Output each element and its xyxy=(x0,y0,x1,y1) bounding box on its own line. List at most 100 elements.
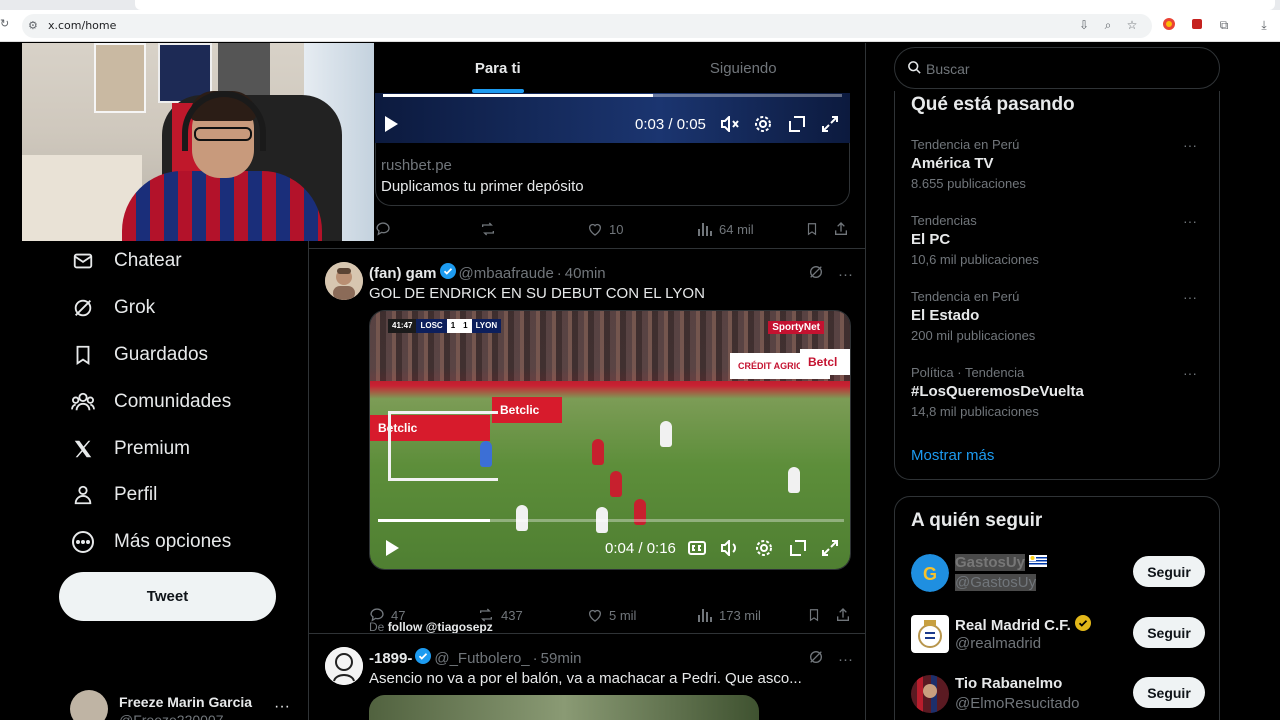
views-button[interactable]: 64 mil xyxy=(697,221,754,237)
tab-para-ti[interactable]: Para ti xyxy=(375,43,621,93)
bookmark-icon[interactable] xyxy=(807,607,821,623)
suggestion-name[interactable]: GastosUy xyxy=(955,554,1026,571)
author-name[interactable]: -1899- xyxy=(369,650,412,667)
retweet-icon[interactable] xyxy=(479,221,497,237)
avatar[interactable] xyxy=(325,262,363,300)
post-time[interactable]: 40min xyxy=(565,265,606,282)
tab-siguiendo[interactable]: Siguiendo xyxy=(621,43,866,93)
extension-icon[interactable] xyxy=(1189,17,1205,33)
player xyxy=(516,505,528,531)
fullscreen-icon[interactable] xyxy=(821,539,839,557)
like-button[interactable]: 5 mil xyxy=(587,607,636,623)
follow-suggestion[interactable]: Real Madrid C.F. @realmadrid Seguir xyxy=(911,613,1205,657)
extensions-puzzle-icon[interactable]: ⧉ xyxy=(1216,17,1232,33)
wall-poster xyxy=(94,43,146,113)
suggestion-handle[interactable]: @realmadrid xyxy=(955,635,1041,652)
suggestion-handle[interactable]: @GastosUy xyxy=(955,574,1037,591)
reload-icon[interactable]: ↻ xyxy=(0,17,9,30)
share-icon[interactable] xyxy=(835,607,851,623)
nav-label: Comunidades xyxy=(114,391,232,412)
suggestion-name[interactable]: Tio Rabanelmo xyxy=(955,675,1062,692)
follow-button[interactable]: Seguir xyxy=(1133,556,1205,587)
popout-icon[interactable] xyxy=(789,539,807,557)
follow-button[interactable]: Seguir xyxy=(1133,677,1205,708)
reply-icon[interactable] xyxy=(375,221,391,237)
mute-icon[interactable] xyxy=(721,115,739,133)
play-icon[interactable] xyxy=(383,539,401,557)
post-media-preview[interactable] xyxy=(369,695,759,720)
nav-item-grok[interactable]: Grok xyxy=(68,293,155,323)
popout-icon[interactable] xyxy=(788,115,806,133)
show-more-link[interactable]: Mostrar más xyxy=(911,447,994,464)
tweet-button[interactable]: Tweet xyxy=(59,572,276,621)
trend-context: Tendencia en Perú xyxy=(911,137,1020,152)
more-dots-icon[interactable]: ··· xyxy=(1183,365,1197,381)
browser-tab[interactable] xyxy=(135,0,1275,10)
captions-icon[interactable] xyxy=(688,539,706,557)
star-icon[interactable]: ☆ xyxy=(1124,17,1140,33)
post-video[interactable]: Betclic Betclic CRÉDIT AGRICOLE Betcl 41… xyxy=(369,310,851,570)
fullscreen-icon[interactable] xyxy=(821,115,839,133)
search-input[interactable]: Buscar xyxy=(926,61,970,77)
retweet-button[interactable]: 437 xyxy=(477,607,523,623)
play-icon[interactable] xyxy=(382,115,400,133)
suggestion-name[interactable]: Real Madrid C.F. xyxy=(955,617,1071,634)
player xyxy=(660,421,672,447)
nav-item-guardados[interactable]: Guardados xyxy=(68,340,208,370)
trend-item[interactable]: Tendencia en Perú El Estado 200 mil publ… xyxy=(911,289,1205,343)
site-info-icon[interactable]: ⚙ xyxy=(28,19,42,33)
share-icon[interactable] xyxy=(833,221,849,237)
trend-item[interactable]: Política · Tendencia #LosQueremosDeVuelt… xyxy=(911,365,1205,419)
settings-gear-icon[interactable] xyxy=(754,115,772,133)
extension-color-icon[interactable] xyxy=(1161,17,1177,33)
video-time: 0:04 / 0:16 xyxy=(605,539,676,557)
settings-gear-icon[interactable] xyxy=(755,539,773,557)
follow-suggestion[interactable]: G GastosUy @GastosUy Seguir xyxy=(911,552,1205,596)
more-dots-icon[interactable]: ··· xyxy=(1183,213,1197,229)
nav-item-premium[interactable]: Premium xyxy=(68,434,190,464)
nav-item-comunidades[interactable]: Comunidades xyxy=(68,387,231,417)
nav-item-mas-opciones[interactable]: Más opciones xyxy=(68,527,231,557)
follow-button[interactable]: Seguir xyxy=(1133,617,1205,648)
author-handle[interactable]: @mbaafraude xyxy=(459,265,554,282)
address-bar[interactable]: ⚙ x.com/home xyxy=(22,14,1152,38)
avatar[interactable] xyxy=(325,647,363,685)
download-icon[interactable]: ⤓ xyxy=(1256,17,1272,33)
post-time[interactable]: 59min xyxy=(541,650,582,667)
more-dots-icon[interactable]: ··· xyxy=(838,266,853,283)
follow-suggestion[interactable]: Tio Rabanelmo @ElmoResucitado Seguir xyxy=(911,673,1205,717)
search-box[interactable]: Buscar xyxy=(894,47,1220,89)
avatar[interactable] xyxy=(911,675,949,713)
grok-icon[interactable] xyxy=(808,264,824,285)
avatar[interactable]: G xyxy=(911,554,949,592)
ad-link-card[interactable]: rushbet.pe Duplicamos tu primer depósito xyxy=(375,143,850,206)
grok-icon[interactable] xyxy=(808,649,824,670)
post-text: GOL DE ENDRICK EN SU DEBUT CON EL LYON xyxy=(369,285,705,302)
more-dots-icon[interactable]: ··· xyxy=(1183,289,1197,305)
account-switcher[interactable]: Freeze Marin Garcia @Freeze220007 ··· xyxy=(70,690,300,720)
more-dots-icon[interactable]: ··· xyxy=(838,651,853,668)
author-handle[interactable]: @_Futbolero_ xyxy=(434,650,529,667)
more-circle-icon xyxy=(68,527,98,557)
more-dots-icon[interactable]: ··· xyxy=(1183,137,1197,153)
author-name[interactable]: (fan) gam xyxy=(369,265,437,282)
avatar[interactable] xyxy=(911,615,949,653)
post[interactable]: (fan) gam @mbaafraude · 40min ··· GOL DE… xyxy=(309,248,865,634)
install-icon[interactable]: ⇩ xyxy=(1076,17,1092,33)
nav-item-chatear[interactable]: Chatear xyxy=(68,246,182,276)
reply-button[interactable]: 47 xyxy=(369,607,405,623)
address-url[interactable]: x.com/home xyxy=(48,19,116,32)
bookmark-icon[interactable] xyxy=(805,221,819,237)
suggestion-handle[interactable]: @ElmoResucitado xyxy=(955,695,1079,712)
volume-icon[interactable] xyxy=(721,539,739,557)
browser-toolbar: ↻ ⚙ x.com/home ⇩ ⌕ ☆ ⧉ ⤓ xyxy=(0,0,1280,42)
nav-item-perfil[interactable]: Perfil xyxy=(68,480,157,510)
ad-video-player[interactable]: 0:03 / 0:05 xyxy=(375,93,850,143)
post[interactable]: -1899- @_Futbolero_ · 59min ··· Asencio … xyxy=(309,633,865,720)
ad-domain: rushbet.pe xyxy=(381,157,452,174)
trend-item[interactable]: Tendencia en Perú América TV 8.655 publi… xyxy=(911,137,1205,191)
trend-item[interactable]: Tendencias El PC 10,6 mil publicaciones … xyxy=(911,213,1205,267)
like-button[interactable]: 10 xyxy=(587,221,623,237)
zoom-icon[interactable]: ⌕ xyxy=(1100,17,1116,33)
views-button[interactable]: 173 mil xyxy=(697,607,761,623)
